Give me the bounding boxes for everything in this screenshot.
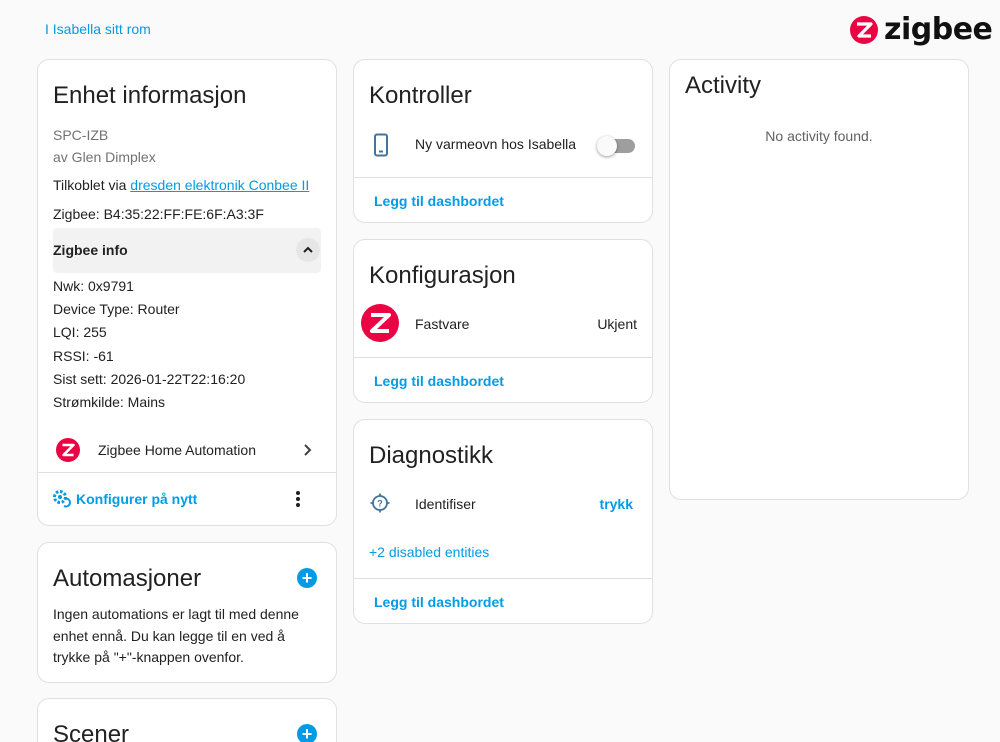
firmware-value: Ukjent <box>597 316 637 332</box>
controls-title: Kontroller <box>369 82 472 109</box>
diagnostics-add-to-dashboard-button[interactable]: Legg til dashbordet <box>374 594 504 610</box>
activity-card: Activity No activity found. <box>669 59 969 500</box>
identify-press-button[interactable]: trykk <box>600 496 633 512</box>
zigbee-info-title: Zigbee info <box>53 242 128 258</box>
crosshairs-question-icon: ? <box>370 493 390 513</box>
reconfigure-label: Konfigurer på nytt <box>76 491 198 507</box>
zigbee-logo-text: zigbee <box>884 12 993 47</box>
more-vertical-icon[interactable] <box>290 489 306 509</box>
breadcrumb[interactable]: I Isabella sitt rom <box>45 21 151 37</box>
connected-via: Tilkoblet via dresden elektronik Conbee … <box>53 177 309 193</box>
divider <box>354 357 652 358</box>
zigbee-icon <box>56 438 80 462</box>
integration-row[interactable]: Zigbee Home Automation <box>38 428 336 472</box>
automations-empty-text: Ingen automations er lagt til med denne … <box>53 606 299 665</box>
configuration-card: Konfigurasjon Fastvare Ukjent Legg til d… <box>353 239 653 403</box>
diagnostics-title: Diagnostikk <box>369 442 494 469</box>
zigbee-power-source: Strømkilde: Mains <box>53 394 166 410</box>
add-automation-button[interactable]: + <box>297 568 317 588</box>
chevron-up-icon[interactable] <box>296 238 320 262</box>
svg-text:?: ? <box>377 499 383 509</box>
firmware-row[interactable]: Fastvare Ukjent <box>354 303 652 343</box>
cellphone-icon <box>374 133 388 157</box>
firmware-label: Fastvare <box>415 316 470 332</box>
configuration-title: Konfigurasjon <box>369 262 516 289</box>
zigbee-logo-icon <box>850 15 878 44</box>
automations-title: Automasjoner <box>53 565 202 592</box>
control-entity-row[interactable]: Ny varmeovn hos Isabella <box>354 126 652 166</box>
disabled-entities-link[interactable]: +2 disabled entities <box>369 544 489 560</box>
diagnostics-card: Diagnostikk ? Identifiser trykk +2 disab… <box>353 419 653 624</box>
identify-label: Identifiser <box>415 496 476 512</box>
scenes-title: Scener <box>53 721 130 742</box>
control-entity-name: Ny varmeovn hos Isabella <box>415 136 577 152</box>
cog-refresh-icon <box>53 490 71 508</box>
controls-add-to-dashboard-button[interactable]: Legg til dashbordet <box>374 193 504 209</box>
device-info-title: Enhet informasjon <box>53 82 247 109</box>
connected-via-label: Tilkoblet via <box>53 177 127 193</box>
zigbee-address: Zigbee: B4:35:22:FF:FE:6F:A3:3F <box>53 206 264 222</box>
integration-label: Zigbee Home Automation <box>98 442 256 458</box>
zigbee-nwk: Nwk: 0x9791 <box>53 278 134 294</box>
device-info-card: Enhet informasjon SPC-IZB av Glen Dimple… <box>37 59 337 526</box>
zigbee-firmware-icon <box>361 304 399 342</box>
divider <box>354 578 652 579</box>
chevron-right-icon <box>304 444 312 456</box>
divider <box>38 472 336 473</box>
scenes-card: Scener + <box>37 698 337 742</box>
divider <box>354 177 652 178</box>
zigbee-rssi: RSSI: -61 <box>53 348 114 364</box>
controls-card: Kontroller Ny varmeovn hos Isabella Legg… <box>353 59 653 223</box>
identify-row: ? Identifiser trykk <box>354 483 652 523</box>
zigbee-lqi: LQI: 255 <box>53 324 107 340</box>
activity-title: Activity <box>685 72 762 99</box>
zigbee-info-expander[interactable]: Zigbee info <box>53 228 321 273</box>
heater-toggle[interactable] <box>597 136 635 156</box>
configuration-add-to-dashboard-button[interactable]: Legg til dashbordet <box>374 373 504 389</box>
toggle-knob <box>597 136 617 156</box>
device-manufacturer: av Glen Dimplex <box>53 149 156 165</box>
activity-empty-text: No activity found. <box>765 128 873 144</box>
connected-via-link[interactable]: dresden elektronik Conbee II <box>130 177 309 193</box>
device-model: SPC-IZB <box>53 127 109 143</box>
reconfigure-button[interactable]: Konfigurer på nytt <box>52 489 197 509</box>
zigbee-last-seen: Sist sett: 2026-01-22T22:16:20 <box>53 371 246 387</box>
automations-card: Automasjoner + Ingen automations er lagt… <box>37 542 337 683</box>
zigbee-device-type: Device Type: Router <box>53 301 180 317</box>
add-scene-button[interactable]: + <box>297 724 317 742</box>
zigbee-logo: zigbee <box>850 12 993 47</box>
